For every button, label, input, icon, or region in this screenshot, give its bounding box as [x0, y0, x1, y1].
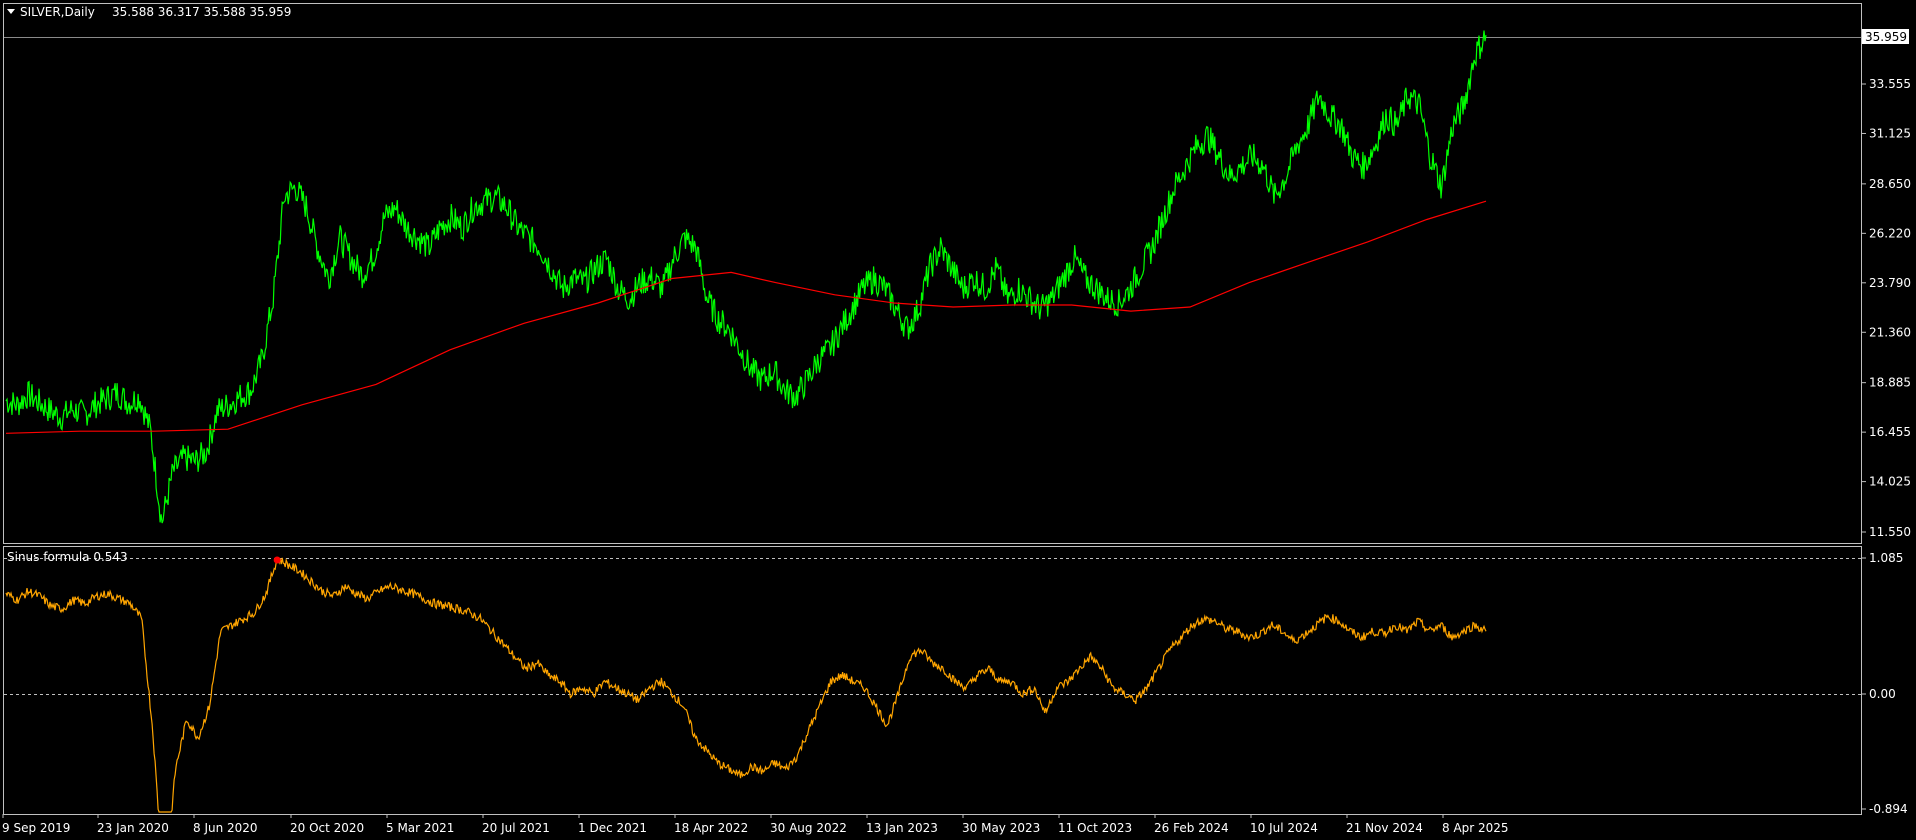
time-tick-label: 11 Oct 2023	[1058, 821, 1132, 835]
price-tick-label: 26.220	[1869, 226, 1911, 240]
indicator-label: Sinus formula 0.543	[7, 550, 128, 564]
symbol-header[interactable]: SILVER,Daily 35.588 36.317 35.588 35.959	[7, 5, 291, 19]
price-tick-label: 21.360	[1869, 325, 1911, 339]
time-tick-label: 8 Apr 2025	[1442, 821, 1509, 835]
indicator-tick-label: -0.894	[1869, 802, 1908, 816]
indicator-tick-label: 1.085	[1869, 551, 1903, 565]
current-price-badge: 35.959	[1862, 29, 1909, 44]
indicator-pane-frame	[3, 546, 1862, 815]
chart-canvas[interactable]: SILVER,Daily 35.588 36.317 35.588 35.959…	[0, 0, 1916, 840]
indicator-line	[5, 556, 1487, 813]
price-tick-label: 18.885	[1869, 376, 1911, 390]
time-tick-label: 13 Jan 2023	[866, 821, 938, 835]
time-tick-label: 30 May 2023	[962, 821, 1040, 835]
price-tick-label: 33.555	[1869, 77, 1911, 91]
time-tick-label: 10 Jul 2024	[1250, 821, 1318, 835]
time-tick-label: 20 Jul 2021	[482, 821, 550, 835]
time-tick-label: 18 Apr 2022	[674, 821, 748, 835]
time-tick-label: 21 Nov 2024	[1346, 821, 1423, 835]
price-line	[5, 30, 1487, 524]
current-price-label: 35.959	[1865, 30, 1907, 44]
time-tick-label: 20 Oct 2020	[290, 821, 364, 835]
price-axis[interactable]: 33.555 31.125 28.650 26.220 23.790 21.360 18.8…	[1861, 77, 1911, 539]
time-tick-label: 9 Sep 2019	[2, 821, 70, 835]
time-tick-label: 26 Feb 2024	[1154, 821, 1229, 835]
dropdown-triangle-icon[interactable]	[7, 9, 15, 14]
price-tick-label: 16.455	[1869, 425, 1911, 439]
indicator-tick-label: 0.00	[1869, 687, 1896, 701]
price-tick-label: 31.125	[1869, 126, 1911, 140]
time-tick-label: 30 Aug 2022	[770, 821, 847, 835]
indicator-series-layer	[5, 556, 1487, 813]
price-tick-label: 23.790	[1869, 276, 1911, 290]
indicator-axis[interactable]: 1.085 0.00 -0.894	[1861, 551, 1908, 816]
price-tick-label: 28.650	[1869, 177, 1911, 191]
moving-average-line	[5, 200, 1487, 434]
time-tick-label: 23 Jan 2020	[97, 821, 169, 835]
time-tick-label: 5 Mar 2021	[386, 821, 454, 835]
indicator-peak-marker	[273, 556, 281, 564]
time-tick-label: 8 Jun 2020	[193, 821, 258, 835]
main-series-layer	[5, 30, 1487, 524]
time-axis[interactable]: 9 Sep 2019 23 Jan 2020 8 Jun 2020 20 Oct 20…	[2, 814, 1509, 835]
ohlc-values: 35.588 36.317 35.588 35.959	[112, 5, 291, 19]
price-tick-label: 11.550	[1869, 525, 1911, 539]
time-tick-label: 1 Dec 2021	[578, 821, 647, 835]
price-tick-label: 14.025	[1869, 475, 1911, 489]
symbol-label: SILVER,Daily	[20, 5, 95, 19]
